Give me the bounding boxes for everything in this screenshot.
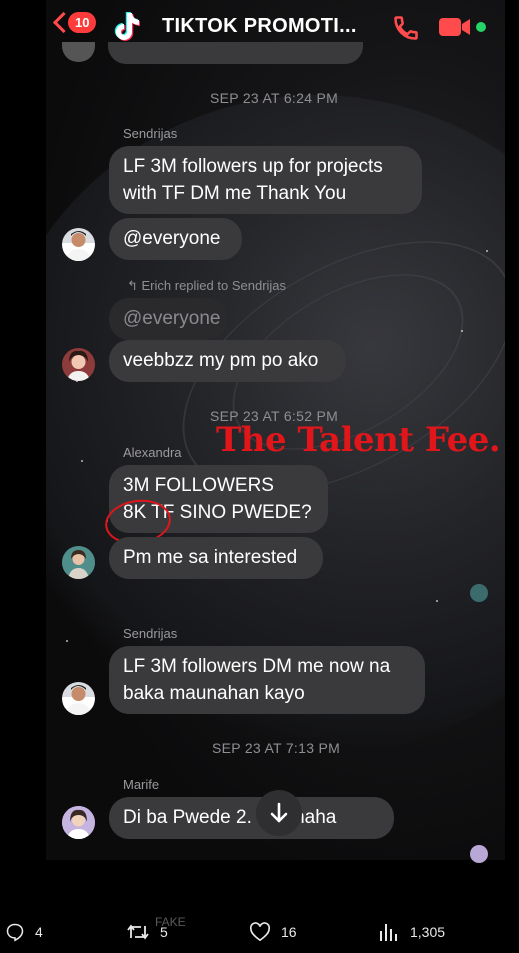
views-count: 1,305 xyxy=(410,924,446,940)
like-count: 16 xyxy=(281,924,297,940)
reply-count: 4 xyxy=(35,924,43,940)
sender-name: Alexandra xyxy=(123,445,182,460)
message-bubble[interactable]: @everyone xyxy=(109,218,242,260)
person-icon xyxy=(66,231,91,261)
phone-call-icon[interactable] xyxy=(391,14,421,42)
message-bubble[interactable]: veebbzz my pm po ako xyxy=(109,340,346,382)
message-bubble[interactable]: Di ba Pwede 2. ahahaha xyxy=(109,797,394,839)
views-action[interactable]: 1,305 xyxy=(378,922,445,942)
date-separator: SEP 23 AT 6:24 PM xyxy=(210,90,339,106)
tiktok-logo-icon xyxy=(114,12,140,41)
read-receipt-avatar xyxy=(470,584,488,602)
views-icon xyxy=(380,924,397,941)
chat-header: 10 TIKTOK PROMOTI... xyxy=(46,0,505,52)
reply-indicator: ↰ Erich replied to Sendrijas xyxy=(127,278,286,294)
retweet-count: 5 xyxy=(160,924,168,940)
person-icon xyxy=(62,546,95,579)
avatar[interactable] xyxy=(62,806,95,839)
scroll-down-button[interactable] xyxy=(256,790,302,836)
heart-icon xyxy=(249,922,271,942)
retweet-icon xyxy=(127,924,149,940)
overlay-caption: The Talent Fee. xyxy=(216,420,501,460)
reply-arrow-icon: ↰ xyxy=(127,278,142,293)
reply-action[interactable]: 4 xyxy=(5,922,43,942)
star xyxy=(66,640,68,642)
sender-name: Sendrijas xyxy=(123,126,178,141)
person-icon xyxy=(62,806,95,839)
star xyxy=(461,330,463,332)
retweet-action[interactable]: 5 xyxy=(126,922,168,942)
person-icon xyxy=(62,348,95,381)
reply-label: Erich replied to Sendrijas xyxy=(141,278,287,293)
date-separator: SEP 23 AT 7:13 PM xyxy=(212,740,341,756)
screenshot-frame: 10 TIKTOK PROMOTI... SEP 23 AT 6:24 PM S… xyxy=(0,0,519,953)
like-action[interactable]: 16 xyxy=(249,922,297,942)
avatar[interactable] xyxy=(62,682,95,715)
online-status-dot xyxy=(476,22,486,32)
read-receipt-avatar xyxy=(470,845,488,863)
star xyxy=(81,460,83,462)
message-bubble[interactable]: LF 3M followers DM me now na baka maunah… xyxy=(109,646,425,714)
message-bubble[interactable]: LF 3M followers up for projects with TF … xyxy=(109,146,422,214)
chat-title: TIKTOK PROMOTI... xyxy=(162,15,357,37)
arrow-down-icon xyxy=(270,802,288,823)
sender-name: Marife xyxy=(123,777,160,792)
comment-icon xyxy=(6,923,24,942)
sender-name: Sendrijas xyxy=(123,626,178,641)
message-bubble[interactable]: Pm me sa interested xyxy=(109,537,323,579)
avatar[interactable] xyxy=(62,228,95,261)
avatar[interactable] xyxy=(62,546,95,579)
person-icon xyxy=(66,685,91,715)
avatar[interactable] xyxy=(62,348,95,381)
star xyxy=(436,600,438,602)
star xyxy=(486,250,488,252)
quoted-message[interactable]: @everyone xyxy=(109,298,227,340)
back-button[interactable]: 10 xyxy=(52,11,97,34)
video-call-icon[interactable] xyxy=(438,16,472,38)
